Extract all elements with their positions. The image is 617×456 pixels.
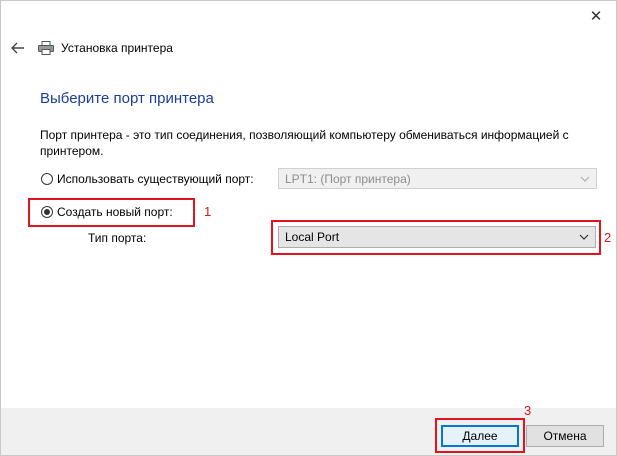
chevron-down-icon: [580, 176, 590, 182]
port-type-label: Тип порта:: [88, 231, 147, 245]
existing-port-value: LPT1: (Порт принтера): [285, 171, 411, 186]
annotation-box-1: [28, 198, 195, 227]
annotation-number-2: 2: [604, 230, 612, 245]
existing-port-select[interactable]: LPT1: (Порт принтера): [278, 168, 597, 189]
arrow-left-icon: [11, 42, 24, 54]
printer-wizard-window: ✕ Установка принтера Выберите порт принт…: [0, 0, 617, 456]
annotation-number-1: 1: [204, 204, 212, 219]
annotation-box-3: [435, 418, 525, 453]
use-existing-port-radio[interactable]: [41, 173, 53, 185]
page-description: Порт принтера - это тип соединения, позв…: [40, 128, 569, 158]
use-existing-port-label: Использовать существующий порт:: [57, 172, 254, 186]
back-button[interactable]: [7, 37, 29, 59]
close-icon: ✕: [589, 8, 603, 25]
close-button[interactable]: ✕: [576, 1, 616, 31]
use-existing-port-option[interactable]: Использовать существующий порт:: [41, 172, 254, 186]
annotation-number-3: 3: [524, 403, 532, 418]
cancel-button[interactable]: Отмена: [526, 425, 604, 447]
wizard-title: Установка принтера: [61, 41, 173, 55]
annotation-box-2: [271, 220, 601, 255]
printer-icon: [38, 41, 54, 55]
page-heading: Выберите порт принтера: [40, 90, 214, 107]
